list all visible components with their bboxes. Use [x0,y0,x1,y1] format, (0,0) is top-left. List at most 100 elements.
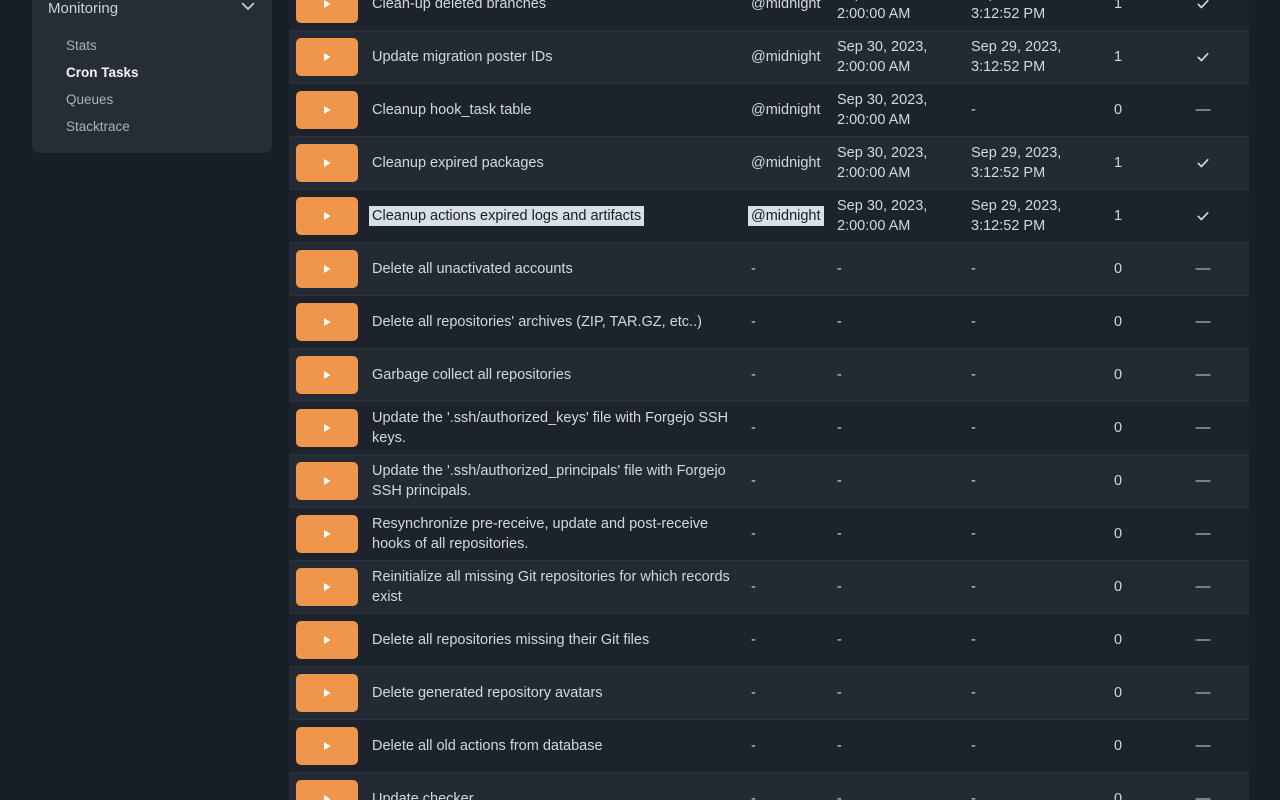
task-name: Update the '.ssh/authorized_keys' file w… [372,410,728,446]
task-schedule: - [751,367,756,383]
cron-task-row: Delete all unactivated accounts - - - 0 … [289,243,1249,296]
chevron-down-icon [241,2,255,11]
run-cell [289,197,359,235]
task-name: Cleanup expired packages [372,155,544,171]
task-status: — [1157,365,1249,385]
run-task-button[interactable] [296,91,358,129]
task-name-cell: Cleanup expired packages [359,153,741,173]
task-name: Cleanup hook_task table [372,102,532,118]
play-icon [323,476,331,486]
run-task-button[interactable] [296,250,358,288]
run-task-button[interactable] [296,674,358,712]
task-last-run: - [961,577,1079,597]
check-icon [1195,0,1211,12]
task-name-cell: Garbage collect all repositories [359,365,741,385]
play-icon [323,688,331,698]
run-cell [289,356,359,394]
task-last-run: - [961,524,1079,544]
task-next-run: Sep 30, 2023, 2:00:00 AM [827,90,961,130]
sidebar-item-queues[interactable]: Queues [32,86,272,113]
task-last-run: Sep 29, 2023, 3:12:52 PM [961,196,1079,236]
run-cell [289,409,359,447]
task-name-cell: Reinitialize all missing Git repositorie… [359,567,741,607]
task-next-run: - [827,418,961,438]
task-last-run: - [961,471,1079,491]
task-exec-count: 1 [1079,0,1157,14]
task-name: Delete all old actions from database [372,738,603,754]
run-task-button[interactable] [296,144,358,182]
run-cell [289,568,359,606]
task-last-run: - [961,630,1079,650]
run-cell [289,462,359,500]
task-schedule-cell: @midnight [741,0,827,14]
task-status [1157,0,1249,14]
run-cell [289,144,359,182]
task-schedule-cell: - [741,365,827,385]
run-cell [289,674,359,712]
run-task-button[interactable] [296,462,358,500]
run-task-button[interactable] [296,621,358,659]
play-icon [323,211,331,221]
task-name: Delete all unactivated accounts [372,261,573,277]
cron-task-row: Resynchronize pre-receive, update and po… [289,508,1249,561]
cron-task-row: Update the '.ssh/authorized_principals' … [289,455,1249,508]
task-next-run: - [827,524,961,544]
run-task-button[interactable] [296,197,358,235]
task-last-run: Sep 29, 2023, 3:12:52 PM [961,0,1079,24]
task-name: Garbage collect all repositories [372,367,571,383]
task-status: — [1157,789,1249,800]
play-icon [323,529,331,539]
run-task-button[interactable] [296,409,358,447]
task-schedule-cell: @midnight [741,153,827,173]
task-exec-count: 0 [1079,577,1157,597]
run-task-button[interactable] [296,38,358,76]
run-cell [289,91,359,129]
task-schedule-cell: - [741,471,827,491]
task-last-run: - [961,418,1079,438]
run-task-button[interactable] [296,515,358,553]
task-schedule-cell: @midnight [741,47,827,67]
run-task-button[interactable] [296,780,358,800]
task-next-run: Sep 30, 2023, 2:00:00 AM [827,196,961,236]
task-last-run: - [961,100,1079,120]
run-cell [289,303,359,341]
sidebar-item-cron-tasks[interactable]: Cron Tasks [32,59,272,86]
run-task-button[interactable] [296,356,358,394]
run-task-button[interactable] [296,0,358,23]
em-dash: — [1196,578,1211,595]
play-icon [323,158,331,168]
task-schedule-cell: - [741,524,827,544]
play-icon [323,635,331,645]
task-last-run: - [961,312,1079,332]
task-name-cell: Cleanup actions expired logs and artifac… [359,206,741,226]
monitoring-menu-header[interactable]: Monitoring [32,0,272,18]
task-name-cell: Update the '.ssh/authorized_keys' file w… [359,408,741,448]
task-status: — [1157,577,1249,597]
play-icon [323,794,331,800]
task-last-run: - [961,789,1079,800]
task-name: Resynchronize pre-receive, update and po… [372,516,708,552]
sidebar-item-stats[interactable]: Stats [32,32,272,59]
em-dash: — [1196,260,1211,277]
cron-tasks-table: Clean-up deleted branches @midnight Sep … [289,0,1249,800]
run-task-button[interactable] [296,568,358,606]
run-task-button[interactable] [296,727,358,765]
run-task-button[interactable] [296,303,358,341]
check-icon [1195,155,1211,171]
play-icon [323,370,331,380]
cron-task-row: Cleanup expired packages @midnight Sep 3… [289,137,1249,190]
monitoring-menu-title: Monitoring [48,0,118,17]
task-schedule: @midnight [751,0,821,12]
task-schedule-cell: - [741,683,827,703]
task-next-run: - [827,630,961,650]
task-name: Update the '.ssh/authorized_principals' … [372,463,726,499]
em-dash: — [1196,631,1211,648]
sidebar-item-stacktrace[interactable]: Stacktrace [32,113,272,140]
task-status: — [1157,736,1249,756]
task-status [1157,153,1249,173]
task-last-run: Sep 29, 2023, 3:12:52 PM [961,143,1079,183]
cron-task-row: Update migration poster IDs @midnight Se… [289,31,1249,84]
em-dash: — [1196,525,1211,542]
task-schedule: - [751,526,756,542]
task-last-run: - [961,365,1079,385]
